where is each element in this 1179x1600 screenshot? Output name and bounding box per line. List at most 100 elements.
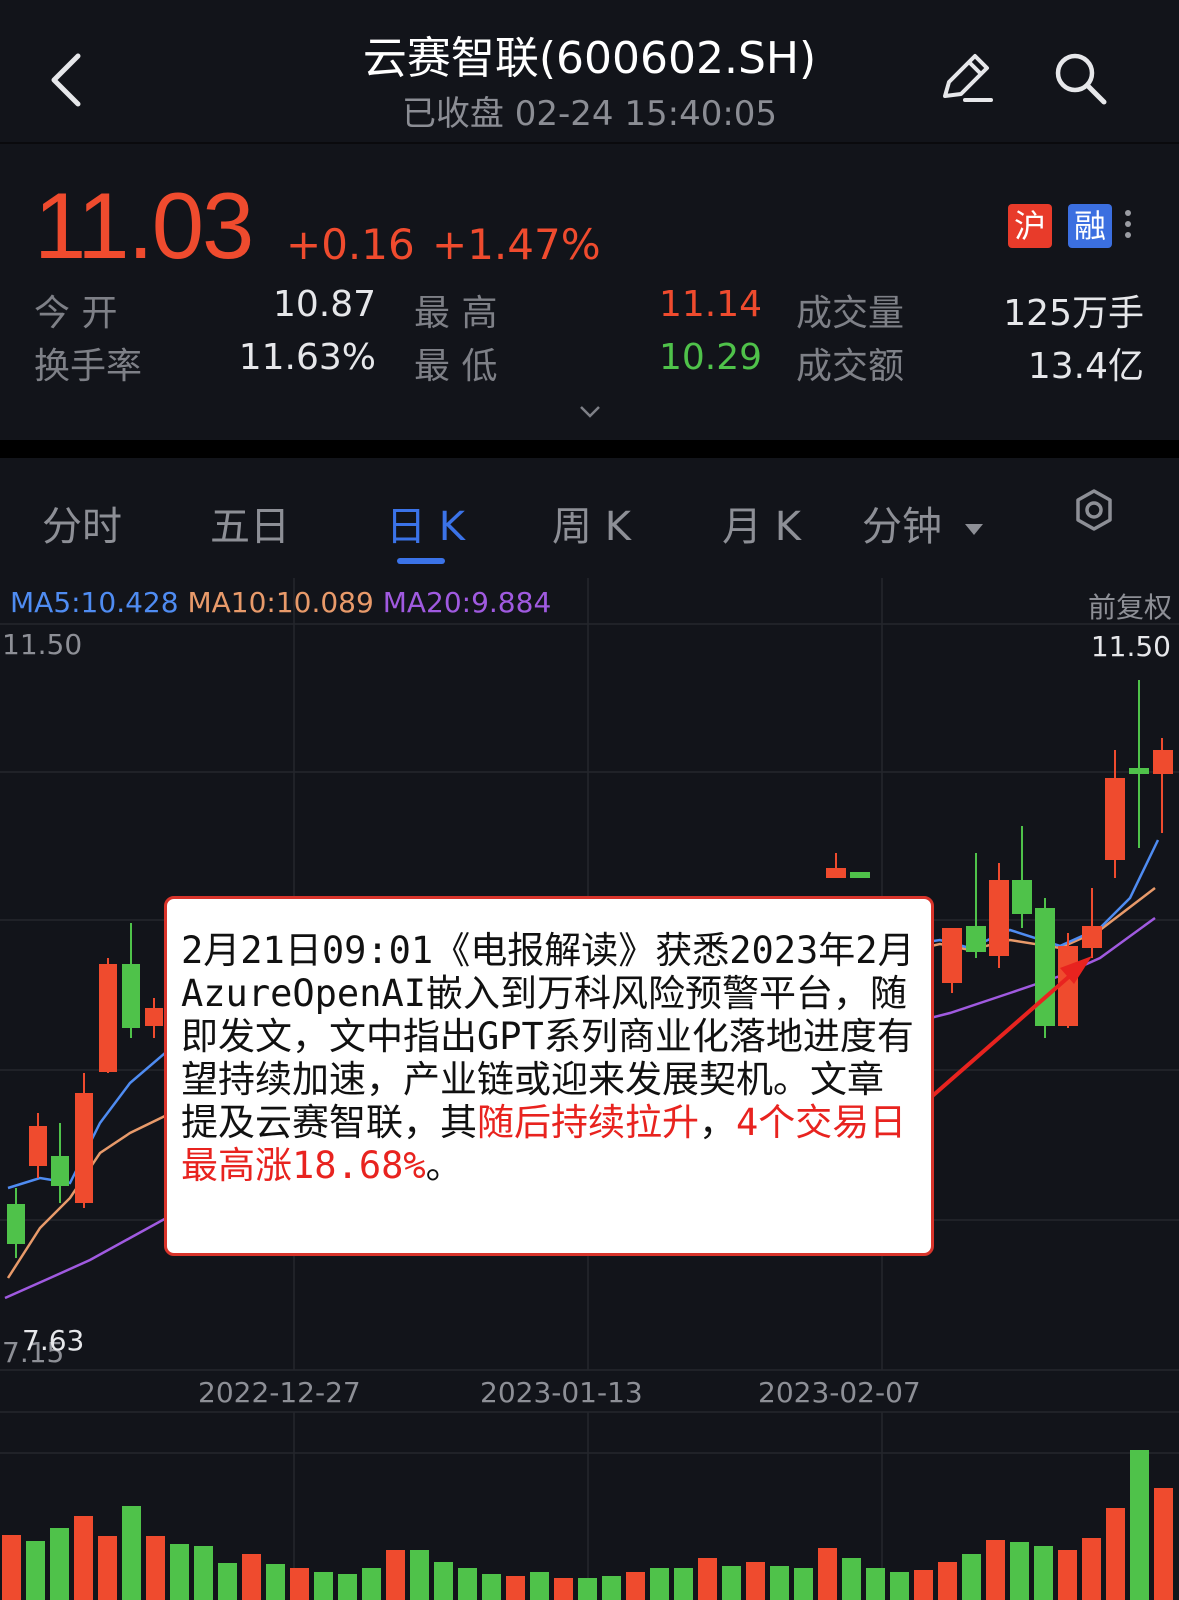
ma20-value: MA20:9.884 (382, 586, 552, 619)
volume-bar (458, 1568, 477, 1600)
tab-weekly-k[interactable]: 周 K (552, 494, 631, 552)
amount-label: 成交额 (796, 346, 905, 387)
volume-bar (26, 1541, 45, 1600)
more-dots-icon[interactable] (1120, 206, 1136, 250)
volume-bar (338, 1574, 357, 1600)
high-label: 最 高 (414, 293, 498, 334)
amount-value: 13.4亿 (1027, 346, 1144, 387)
volume-bar (218, 1563, 237, 1600)
candle (1129, 768, 1149, 774)
volume-bar (578, 1578, 597, 1600)
volume-bar (122, 1506, 141, 1600)
candle (1105, 778, 1125, 860)
volume-bar (2, 1535, 21, 1600)
search-icon[interactable] (1050, 48, 1110, 108)
open-value: 10.87 (272, 284, 376, 325)
turnover-label: 换手率 (34, 346, 143, 387)
volume-bar (266, 1564, 285, 1600)
candle (7, 1204, 25, 1244)
market-status: 已收盘 02-24 15:40:05 (401, 94, 778, 134)
volume-bar (962, 1554, 981, 1600)
adjust-mode[interactable]: 前复权 (1088, 586, 1172, 626)
quote-panel: 11.03 +0.16 +1.47% 沪 融 今 开 10.87 最 高 11.… (0, 144, 1179, 440)
volume-bar (866, 1568, 885, 1600)
caret-down-icon (964, 524, 983, 535)
candle (1035, 908, 1055, 1026)
turnover-value: 11.63% (238, 337, 376, 378)
active-tab-indicator (397, 558, 445, 564)
volume-bar (362, 1568, 381, 1600)
news-annotation-box: 2月21日09:01《电报解读》获悉2023年2月AzureOpenAI嵌入到万… (164, 896, 934, 1256)
settings-icon[interactable] (1072, 488, 1116, 532)
top-bar: 云赛智联(600602.SH) 已收盘 02-24 15:40:05 (0, 0, 1179, 144)
volume-bar (506, 1576, 525, 1600)
volume-value: 125万手 (1003, 293, 1144, 334)
volume-bar (74, 1516, 93, 1600)
candle (29, 1126, 47, 1166)
volume-bar (1106, 1508, 1125, 1600)
candle (966, 926, 986, 952)
annotation-comma: ， (699, 1101, 736, 1144)
volume-bar (1034, 1546, 1053, 1600)
volume-bar (890, 1572, 909, 1600)
ma-legend: MA5:10.428 MA10:10.089 MA20:9.884 (10, 586, 551, 619)
ma5-value: MA5:10.428 (10, 586, 179, 619)
tab-daily-k[interactable]: 日 K (386, 494, 465, 552)
volume-bar (1010, 1542, 1029, 1600)
tab-minute[interactable]: 分钟 (862, 494, 985, 552)
volume-bar (410, 1550, 429, 1600)
volume-bar (314, 1572, 333, 1600)
volume-bar (698, 1558, 717, 1600)
candle (145, 1008, 163, 1026)
volume-bar (434, 1562, 453, 1600)
edit-icon[interactable] (935, 48, 995, 108)
volume-label: 成交量 (796, 293, 905, 334)
x-axis-date-3: 2023-02-07 (758, 1376, 921, 1409)
volume-bar (194, 1546, 213, 1600)
volume-bar (98, 1536, 117, 1600)
candle (122, 964, 140, 1028)
volume-bar (170, 1544, 189, 1600)
candle (1012, 880, 1032, 914)
volume-bar (386, 1550, 405, 1600)
volume-bar (746, 1562, 765, 1600)
high-value: 11.14 (658, 284, 762, 325)
volume-bar (242, 1554, 261, 1600)
volume-bar (146, 1536, 165, 1600)
page-title: 云赛智联(600602.SH) (362, 33, 817, 84)
volume-bar (722, 1566, 741, 1600)
shanghai-badge[interactable]: 沪 (1008, 204, 1052, 248)
section-divider (0, 440, 1179, 458)
price-change: +0.16 (286, 220, 415, 269)
tab-monthly-k[interactable]: 月 K (722, 494, 801, 552)
tab-intraday[interactable]: 分时 (42, 494, 122, 552)
volume-bar (554, 1578, 573, 1600)
volume-bar (482, 1574, 501, 1600)
volume-bar (674, 1568, 693, 1600)
y-axis-top-right: 11.50 (1090, 630, 1171, 663)
volume-bar (938, 1562, 957, 1600)
margin-badge[interactable]: 融 (1068, 204, 1112, 248)
chart-tabs: 分时 五日 日 K 周 K 月 K 分钟 (0, 458, 1179, 578)
candle (99, 964, 117, 1072)
volume-bar (986, 1540, 1005, 1600)
low-price-marker: 7.63 (22, 1324, 85, 1357)
candle (850, 872, 870, 878)
volume-bar (1130, 1450, 1149, 1600)
annotation-period: 。 (425, 1144, 463, 1187)
candle (942, 928, 962, 983)
x-axis-date-2: 2023-01-13 (480, 1376, 643, 1409)
price-change-pct: +1.47% (432, 220, 601, 269)
candle (75, 1093, 93, 1203)
volume-bar (50, 1528, 69, 1600)
volume-bar (794, 1568, 813, 1600)
open-label: 今 开 (34, 293, 118, 334)
annotation-highlight-rise: 随后持续拉升 (477, 1101, 699, 1144)
tab-five-day[interactable]: 五日 (210, 494, 290, 552)
ma10-value: MA10:10.089 (187, 586, 374, 619)
chevron-down-icon[interactable] (578, 404, 602, 420)
low-label: 最 低 (414, 346, 498, 387)
volume-bar (626, 1572, 645, 1600)
candle (51, 1156, 69, 1186)
tab-minute-label: 分钟 (862, 504, 942, 550)
